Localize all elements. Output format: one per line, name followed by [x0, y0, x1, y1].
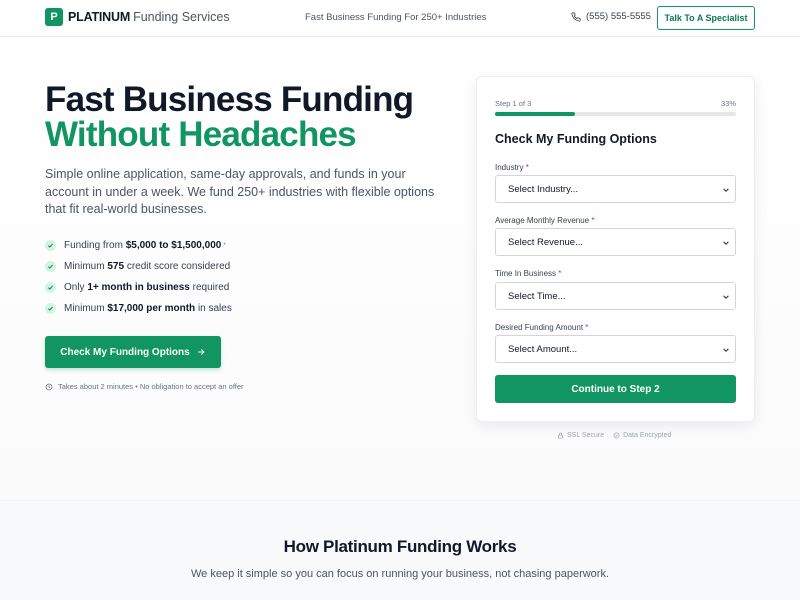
form-title: Check My Funding Options [495, 132, 657, 146]
feature-highlight: $17,000 per month [107, 303, 196, 314]
logo[interactable]: P PLATINUM Funding Services [45, 8, 230, 26]
security-badges: SSL Secure Data Encrypted [557, 432, 680, 439]
site-header: P PLATINUM Funding Services Fast Busines… [0, 0, 800, 37]
phone-link[interactable]: (555) 555-5555 [571, 11, 651, 22]
ssl-badge: SSL Secure [557, 432, 604, 439]
how-it-works-section: How Platinum Funding Works We keep it si… [0, 500, 800, 600]
feature-text: Funding from [64, 240, 123, 251]
continue-step-2-button[interactable]: Continue to Step 2 [495, 375, 736, 403]
chevron-down-icon [723, 348, 729, 352]
step-label: Step 1 of 3 [495, 99, 532, 108]
check-funding-options-button[interactable]: Check My Funding Options [45, 336, 221, 368]
feature-list: Funding from $5,000 to $1,500,000 * Mini… [45, 235, 232, 319]
revenue-label: Average Monthly Revenue * [495, 216, 595, 225]
feature-text: Only [64, 282, 85, 293]
encrypted-badge: Data Encrypted [613, 432, 671, 439]
funding-amount-label: Desired Funding Amount * [495, 323, 589, 332]
select-value: Select Revenue... [508, 236, 583, 248]
funding-form-card: Step 1 of 3 33% Check My Funding Options… [476, 76, 755, 422]
talk-to-specialist-button[interactable]: Talk To A Specialist [657, 6, 755, 30]
chevron-down-icon [723, 241, 729, 245]
feature-item: Only 1+ month in business required [45, 277, 232, 298]
feature-text: Minimum [64, 261, 105, 272]
feature-item: Minimum 575 credit score considered [45, 256, 232, 277]
feature-highlight: 575 [107, 261, 125, 272]
chevron-down-icon [723, 188, 729, 192]
funding-amount-select[interactable]: Select Amount... [495, 335, 736, 363]
feature-text: required [192, 282, 230, 293]
check-icon [45, 240, 56, 251]
check-icon [45, 303, 56, 314]
brand-subtitle: Funding Services [133, 10, 230, 24]
header-tagline: Fast Business Funding For 250+ Industrie… [305, 12, 487, 23]
feature-text: credit score considered [126, 261, 231, 272]
industry-label: Industry * [495, 163, 529, 172]
time-note-text: Takes about 2 minutes • No obligation to… [58, 382, 244, 391]
hero-title: Fast Business Funding [45, 80, 414, 119]
check-icon [45, 282, 56, 293]
hero-lead: Simple online application, same-day appr… [45, 167, 435, 216]
progress-fill [495, 112, 575, 116]
feature-highlight: 1+ month in business [87, 282, 190, 293]
feature-text: Minimum [64, 303, 105, 314]
feature-item: Minimum $17,000 per month in sales [45, 298, 232, 319]
phone-number: (555) 555-5555 [586, 11, 651, 22]
step-percent: 33% [720, 99, 736, 108]
revenue-select[interactable]: Select Revenue... [495, 228, 736, 256]
progress-bar [495, 112, 736, 116]
chevron-down-icon [723, 295, 729, 299]
phone-icon [571, 11, 581, 22]
time-note: Takes about 2 minutes • No obligation to… [45, 382, 244, 391]
select-value: Select Industry... [508, 183, 579, 195]
feature-item: Funding from $5,000 to $1,500,000 * [45, 235, 232, 256]
time-in-business-label: Time In Business * [495, 269, 562, 278]
brand-name: PLATINUM [68, 10, 131, 24]
arrow-right-icon [197, 349, 205, 355]
shield-check-icon [613, 432, 620, 439]
lock-icon [558, 432, 563, 439]
hero-title-highlight: Without Headaches [45, 115, 357, 154]
how-title: How Platinum Funding Works [283, 537, 517, 556]
logo-mark: P [45, 8, 63, 26]
how-subtitle: We keep it simple so you can focus on ru… [190, 568, 610, 580]
industry-select[interactable]: Select Industry... [495, 175, 736, 203]
select-value: Select Amount... [508, 343, 578, 355]
feature-footnote: * [223, 242, 226, 249]
select-value: Select Time... [508, 290, 566, 302]
check-icon [45, 261, 56, 272]
clock-icon [45, 383, 53, 390]
time-in-business-select[interactable]: Select Time... [495, 282, 736, 310]
feature-highlight: $5,000 to $1,500,000 [125, 240, 222, 251]
feature-text: in sales [197, 303, 232, 314]
cta-label: Check My Funding Options [60, 346, 190, 358]
